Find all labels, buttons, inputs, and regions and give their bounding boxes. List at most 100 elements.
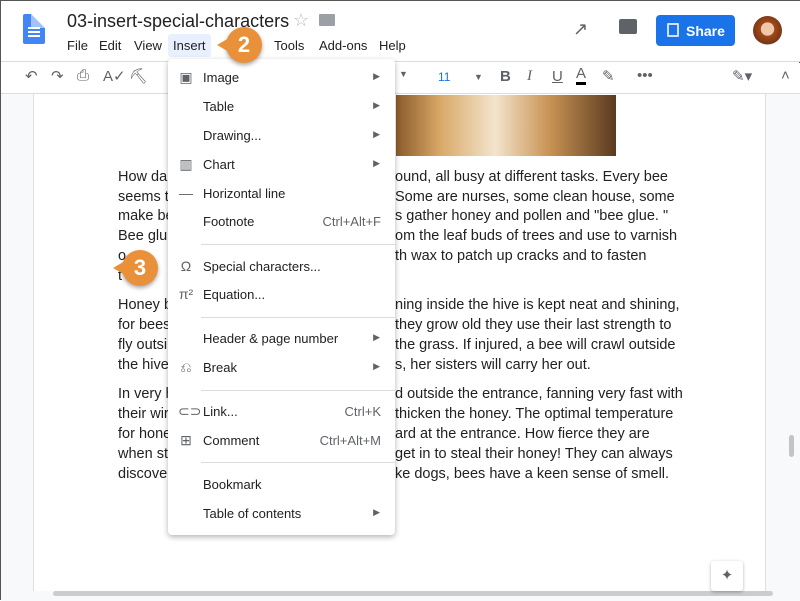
- menu-item-label: Footnote: [203, 214, 255, 229]
- share-button[interactable]: Share: [656, 15, 735, 46]
- more-icon[interactable]: •••: [637, 67, 653, 84]
- text-fragment: the hive: [118, 357, 169, 373]
- vertical-scrollbar[interactable]: [789, 435, 794, 457]
- text-fragment: thicken the honey. The optimal temperatu…: [395, 406, 674, 422]
- menu-edit[interactable]: Edit: [99, 38, 121, 53]
- menu-view[interactable]: View: [134, 38, 162, 53]
- menu-item-link[interactable]: ⊂⊃ Link... Ctrl+K: [168, 399, 395, 425]
- paint-format-icon[interactable]: ⛏: [129, 67, 148, 85]
- step-callout-2: 2: [217, 27, 262, 63]
- menu-item-label: Drawing...: [203, 128, 262, 143]
- text-fragment: How da: [118, 169, 168, 185]
- comments-icon[interactable]: [619, 19, 637, 34]
- document-title[interactable]: 03-insert-special-characters: [67, 11, 289, 32]
- submenu-arrow-icon: ▶: [373, 361, 380, 371]
- menu-item-bookmark[interactable]: Bookmark: [168, 472, 395, 498]
- highlight-icon[interactable]: ✎: [602, 67, 615, 85]
- menu-item-header-page-number[interactable]: Header & page number ▶: [168, 326, 395, 352]
- editing-mode-icon[interactable]: ✎▾: [732, 67, 752, 85]
- menu-item-horizontal-line[interactable]: — Horizontal line: [168, 181, 395, 207]
- menu-item-label: Special characters...: [203, 259, 321, 274]
- star-icon[interactable]: ☆: [293, 10, 309, 31]
- collapse-icon[interactable]: ˄: [781, 67, 790, 84]
- underline-icon[interactable]: U: [552, 68, 563, 85]
- menu-help[interactable]: Help: [379, 38, 406, 53]
- menu-item-special-characters[interactable]: Ω Special characters...: [168, 254, 395, 280]
- menu-divider: [201, 244, 395, 245]
- text-fragment: get in to steal their honey! They can al…: [395, 446, 673, 462]
- italic-icon[interactable]: I: [527, 68, 532, 85]
- spellcheck-icon[interactable]: A✓: [103, 67, 126, 85]
- text-fragment: ning inside the hive is kept neat and sh…: [395, 297, 680, 313]
- text-fragment: the grass. If injured, a bee will crawl …: [395, 337, 676, 353]
- print-icon[interactable]: ⎙: [77, 67, 89, 84]
- menu-item-image[interactable]: ▣ Image ▶: [168, 65, 395, 91]
- menu-item-label: Table of contents: [203, 506, 302, 521]
- text-fragment: for bees: [118, 317, 171, 333]
- submenu-arrow-icon: ▶: [373, 71, 380, 81]
- font-size-select[interactable]: 11: [438, 70, 450, 84]
- menu-item-chart[interactable]: ▥ Chart ▶: [168, 152, 395, 178]
- text-fragment: om the leaf buds of trees and use to var…: [395, 228, 678, 244]
- bee-image[interactable]: [396, 95, 616, 156]
- menu-addons[interactable]: Add-ons: [319, 38, 367, 53]
- horizontal-line-icon: —: [179, 185, 193, 201]
- comment-icon: ⊞: [180, 432, 192, 448]
- menu-item-footnote[interactable]: Footnote Ctrl+Alt+F: [168, 209, 395, 235]
- menu-divider: [201, 390, 395, 391]
- menu-item-label: Header & page number: [203, 331, 339, 346]
- menu-item-equation[interactable]: π² Equation...: [168, 282, 395, 308]
- menu-item-table-of-contents[interactable]: Table of contents ▶: [168, 501, 395, 527]
- menu-item-break[interactable]: ⎌ Break ▶: [168, 355, 395, 381]
- lock-icon: [667, 23, 679, 37]
- menu-divider: [201, 317, 395, 318]
- text-fragment: Honey b: [118, 297, 173, 313]
- menu-item-label: Image: [203, 70, 240, 85]
- chart-icon: ▥: [179, 156, 193, 172]
- text-fragment: Some are nurses, some clean house, some: [395, 189, 675, 205]
- menu-tools[interactable]: Tools: [274, 38, 304, 53]
- break-icon: ⎌: [180, 359, 192, 375]
- shortcut-label: Ctrl+Alt+M: [319, 433, 381, 448]
- submenu-arrow-icon: ▶: [373, 158, 380, 168]
- image-icon: ▣: [179, 69, 193, 85]
- font-size-arrow-icon[interactable]: ▼: [474, 72, 483, 82]
- text-fragment: fly outsi: [118, 337, 168, 353]
- pi-icon: π²: [178, 286, 194, 302]
- explore-button[interactable]: ✦: [711, 561, 743, 591]
- text-fragment: ard at the entrance. How fierce they are: [395, 426, 650, 442]
- redo-icon[interactable]: ↷: [51, 67, 64, 85]
- bold-icon[interactable]: B: [500, 68, 511, 85]
- menu-item-label: Bookmark: [203, 477, 262, 492]
- horizontal-scrollbar[interactable]: [53, 591, 773, 596]
- menu-item-comment[interactable]: ⊞ Comment Ctrl+Alt+M: [168, 428, 395, 454]
- text-fragment: make be: [118, 208, 174, 224]
- menu-divider: [201, 462, 395, 463]
- menu-item-drawing[interactable]: Drawing... ▶: [168, 123, 395, 149]
- submenu-arrow-icon: ▶: [373, 507, 380, 517]
- menu-item-label: Horizontal line: [203, 186, 286, 201]
- menu-item-label: Comment: [203, 433, 260, 448]
- shortcut-label: Ctrl+Alt+F: [322, 214, 381, 229]
- text-fragment: In very h: [118, 386, 174, 402]
- text-fragment: seems t: [118, 189, 169, 205]
- avatar[interactable]: [753, 16, 782, 45]
- omega-icon: Ω: [180, 258, 192, 274]
- menu-item-table[interactable]: Table ▶: [168, 94, 395, 120]
- step-callout-3: 3: [113, 250, 158, 286]
- share-label: Share: [686, 23, 725, 39]
- menu-insert[interactable]: Insert: [168, 34, 211, 57]
- menu-file[interactable]: File: [67, 38, 88, 53]
- folder-icon[interactable]: [319, 14, 335, 26]
- text-fragment: discove: [118, 466, 168, 482]
- submenu-arrow-icon: ▶: [373, 129, 380, 139]
- text-fragment: s, her sisters will carry her out.: [395, 357, 591, 373]
- activity-trend-icon[interactable]: ↗: [573, 19, 588, 40]
- text-fragment: when st: [118, 446, 168, 462]
- text-color-icon[interactable]: A: [576, 65, 587, 85]
- font-dropdown-arrow-icon[interactable]: ▼: [399, 69, 408, 79]
- insert-menu: ▣ Image ▶ Table ▶ Drawing... ▶ ▥ Chart ▶ — Horizont…: [168, 59, 395, 535]
- undo-icon[interactable]: ↶: [25, 67, 38, 85]
- docs-logo-icon[interactable]: [23, 14, 45, 44]
- link-icon: ⊂⊃: [178, 403, 202, 419]
